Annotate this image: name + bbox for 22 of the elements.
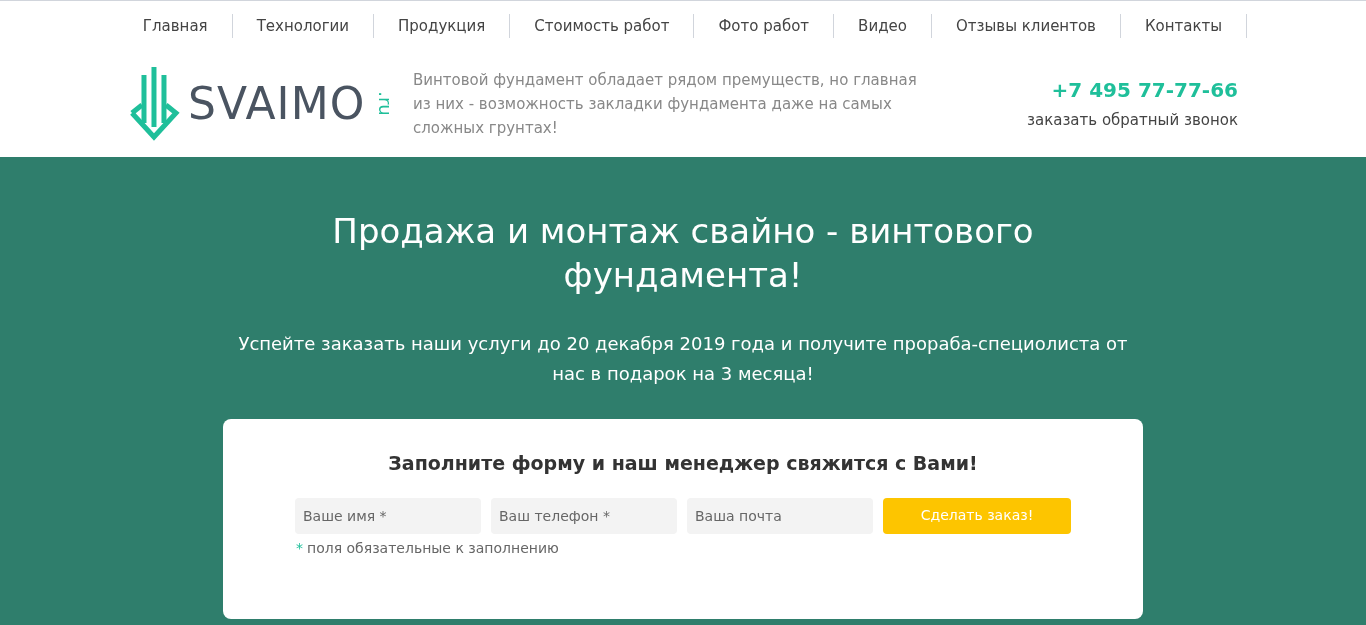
input-field[interactable]: Ваше имя *: [295, 497, 481, 534]
tagline: Винтовой фундамент обладает рядом премуществ, но главная из них - возможность закладки фундамента даже на самых сложных грунтах!: [413, 69, 918, 139]
nav-link[interactable]: Стоимость работ: [510, 13, 695, 38]
callback-link[interactable]: заказать обратный звонок: [1026, 109, 1238, 132]
required-note: поля обязательные к заполнению: [307, 538, 559, 558]
nav-link[interactable]: Технологии: [232, 13, 375, 38]
logo-text: SVAIMO: [187, 81, 366, 126]
nav-link[interactable]: Главная: [118, 13, 233, 38]
nav-link[interactable]: Фото работ: [694, 13, 835, 38]
nav-link[interactable]: Отзывы клиентов: [931, 13, 1121, 38]
form-title: Заполните форму и наш менеджер свяжится с Вами!: [388, 451, 978, 476]
logo-icon: [128, 64, 180, 143]
hero-subtitle: Успейте заказать наши услуги до 20 декабря 2019 года и получите прораба-специолиста от нас в подарок на 3 месяца!: [237, 332, 1129, 386]
nav-link[interactable]: Продукция: [374, 13, 511, 38]
input-field[interactable]: Ваша почта: [687, 497, 873, 534]
input-field[interactable]: Ваш телефон *: [491, 497, 677, 534]
phone-number: +7 495 77-77-66: [1051, 77, 1238, 105]
logo-suffix: .ru: [374, 91, 398, 116]
required-mark: *: [296, 538, 303, 558]
nav-link[interactable]: Контакты: [1120, 13, 1248, 38]
nav-link[interactable]: Видео: [834, 13, 932, 38]
hero-title: Продажа и монтаж свайно - винтового фундамента!: [331, 210, 1035, 297]
